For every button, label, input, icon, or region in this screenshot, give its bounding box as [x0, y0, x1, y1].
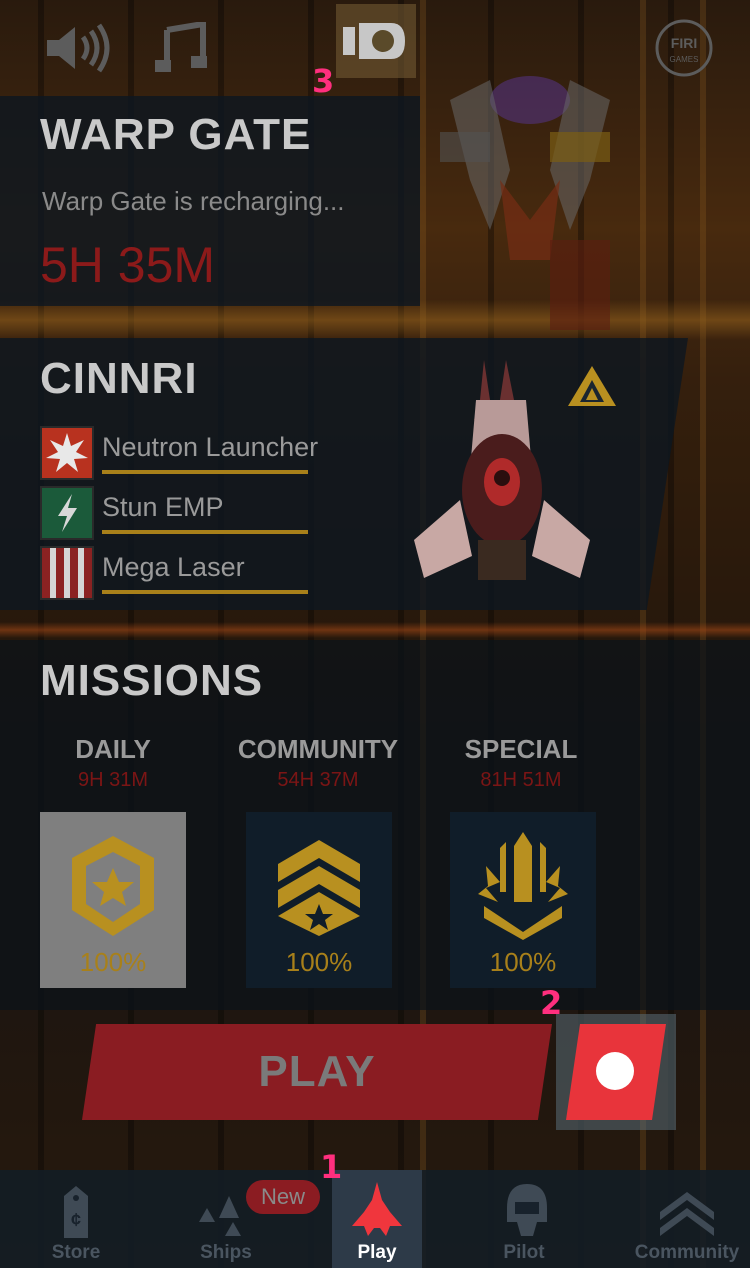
- mission-special-header: SPECIAL 81H 51M: [446, 734, 596, 792]
- mission-progress: 100%: [489, 947, 557, 977]
- weapon-mega-laser[interactable]: Mega Laser: [40, 546, 360, 600]
- mission-daily-header: DAILY 9H 31M: [38, 734, 188, 792]
- mission-card-daily[interactable]: 100%: [40, 812, 186, 988]
- warp-gate-title: WARP GATE: [40, 110, 312, 159]
- nav-label: Ships: [200, 1242, 252, 1263]
- warp-gate-timer: 5H 35M: [40, 237, 216, 293]
- mission-label: SPECIAL: [464, 734, 578, 764]
- weapon-level-bar: [102, 590, 308, 594]
- weapon-neutron-launcher[interactable]: Neutron Launcher: [40, 426, 360, 480]
- community-badge-icon: [278, 840, 360, 936]
- camera-icon: [343, 23, 405, 59]
- lightning-icon: [40, 486, 94, 540]
- weapon-name: Neutron Launcher: [102, 432, 319, 462]
- annotation-3: 3: [312, 62, 335, 100]
- mission-community-header: COMMUNITY 54H 37M: [218, 734, 418, 792]
- nav-store[interactable]: ¢ Store: [36, 1170, 116, 1268]
- pilot-helmet-icon: [507, 1184, 547, 1236]
- ship-art: [414, 360, 590, 580]
- nav-pilot[interactable]: Pilot: [484, 1170, 564, 1268]
- svg-text:¢: ¢: [71, 1210, 81, 1230]
- nav-community[interactable]: Community: [612, 1170, 750, 1268]
- speaker-button[interactable]: [40, 20, 116, 76]
- record-button[interactable]: [556, 1014, 676, 1130]
- mission-timer: 81H 51M: [480, 769, 562, 791]
- music-icon: [155, 22, 207, 72]
- weapon-name: Mega Laser: [102, 552, 245, 582]
- new-badge: New: [246, 1180, 320, 1214]
- firi-logo-icon: FIRI GAMES: [655, 19, 713, 77]
- weapon-level-bar: [102, 530, 308, 534]
- mission-label: COMMUNITY: [237, 734, 399, 764]
- mission-card-community[interactable]: 100%: [246, 812, 392, 988]
- special-badge-icon: [478, 832, 568, 940]
- nav-label: Store: [51, 1242, 101, 1263]
- nav-label: Play: [357, 1242, 397, 1263]
- laser-icon: [40, 546, 94, 600]
- missions-title: MISSIONS: [40, 656, 264, 705]
- nav-label: Community: [634, 1242, 740, 1263]
- mission-card-special[interactable]: 100%: [450, 812, 596, 988]
- daily-badge-icon: [72, 836, 154, 936]
- record-dot-icon: [596, 1052, 634, 1090]
- play-ship-icon: [352, 1182, 402, 1236]
- nav-play[interactable]: Play: [332, 1170, 422, 1268]
- weapon-stun-emp[interactable]: Stun EMP: [40, 486, 360, 540]
- nav-label: Pilot: [503, 1242, 545, 1263]
- mission-progress: 100%: [285, 947, 353, 977]
- svg-text:FIRI: FIRI: [671, 35, 697, 51]
- mission-progress: 100%: [79, 947, 147, 977]
- mission-timer: 9H 31M: [77, 769, 149, 791]
- store-tag-icon: ¢: [64, 1186, 88, 1238]
- mission-timer: 54H 37M: [277, 769, 359, 791]
- weapon-name: Stun EMP: [102, 492, 224, 522]
- speaker-icon: [47, 23, 110, 73]
- community-chevron-icon: [660, 1192, 714, 1236]
- warp-gate-status: Warp Gate is recharging...: [42, 186, 345, 216]
- ship-name: CINNRI: [40, 354, 198, 403]
- mission-label: DAILY: [75, 734, 151, 764]
- burst-icon: [40, 426, 94, 480]
- firi-games-logo[interactable]: FIRI GAMES: [652, 19, 716, 77]
- annotation-1: 1: [320, 1148, 343, 1186]
- weapon-level-bar: [102, 470, 308, 474]
- music-button[interactable]: [150, 20, 216, 76]
- play-button[interactable]: PLAY: [82, 1024, 552, 1120]
- svg-text:GAMES: GAMES: [670, 55, 699, 64]
- record-video-button[interactable]: [336, 4, 416, 78]
